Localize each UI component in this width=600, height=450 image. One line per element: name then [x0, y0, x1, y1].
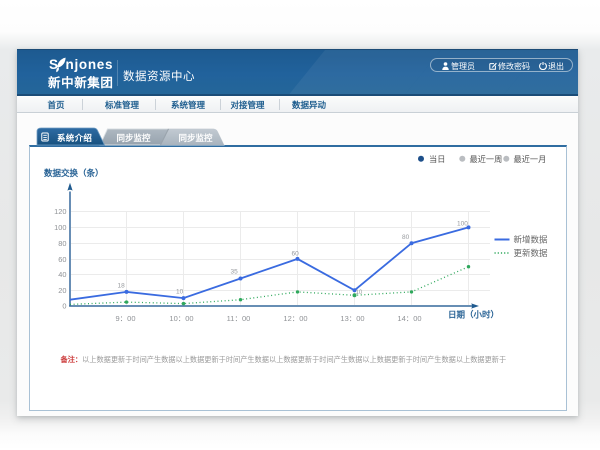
svg-text:100: 100	[54, 223, 66, 232]
svg-text:13：00: 13：00	[340, 314, 364, 323]
svg-text:数据交换（条）: 数据交换（条）	[44, 168, 104, 178]
svg-text:最近一周: 最近一周	[470, 154, 503, 164]
svg-text:11：00: 11：00	[227, 314, 251, 323]
svg-text:同步监控: 同步监控	[178, 133, 213, 143]
svg-text:同步监控: 同步监控	[116, 133, 151, 143]
svg-text:80: 80	[58, 239, 66, 248]
svg-text:120: 120	[54, 207, 66, 216]
svg-text:20: 20	[58, 286, 66, 295]
svg-text:12：00: 12：00	[283, 314, 307, 323]
svg-text:0: 0	[62, 302, 66, 311]
svg-text:新增数据: 新增数据	[514, 235, 549, 245]
svg-text:100: 100	[457, 221, 468, 228]
svg-text:60: 60	[58, 255, 66, 264]
svg-text:最近一月: 最近一月	[514, 154, 547, 164]
svg-text:系统介绍: 系统介绍	[57, 133, 92, 143]
svg-text:9：00: 9：00	[115, 314, 135, 323]
svg-text:18: 18	[118, 283, 126, 290]
svg-text:35: 35	[231, 269, 239, 276]
svg-text:40: 40	[58, 270, 66, 279]
svg-text:当日: 当日	[429, 154, 445, 164]
svg-text:10: 10	[356, 290, 363, 296]
svg-text:更新数据: 更新数据	[514, 248, 549, 258]
svg-text:60: 60	[292, 251, 300, 258]
svg-text:14：00: 14：00	[397, 314, 421, 323]
svg-text:10: 10	[176, 289, 184, 296]
svg-text:80: 80	[402, 234, 410, 241]
svg-text:10：00: 10：00	[169, 314, 193, 323]
svg-text:日期（小时）: 日期（小时）	[448, 310, 499, 320]
